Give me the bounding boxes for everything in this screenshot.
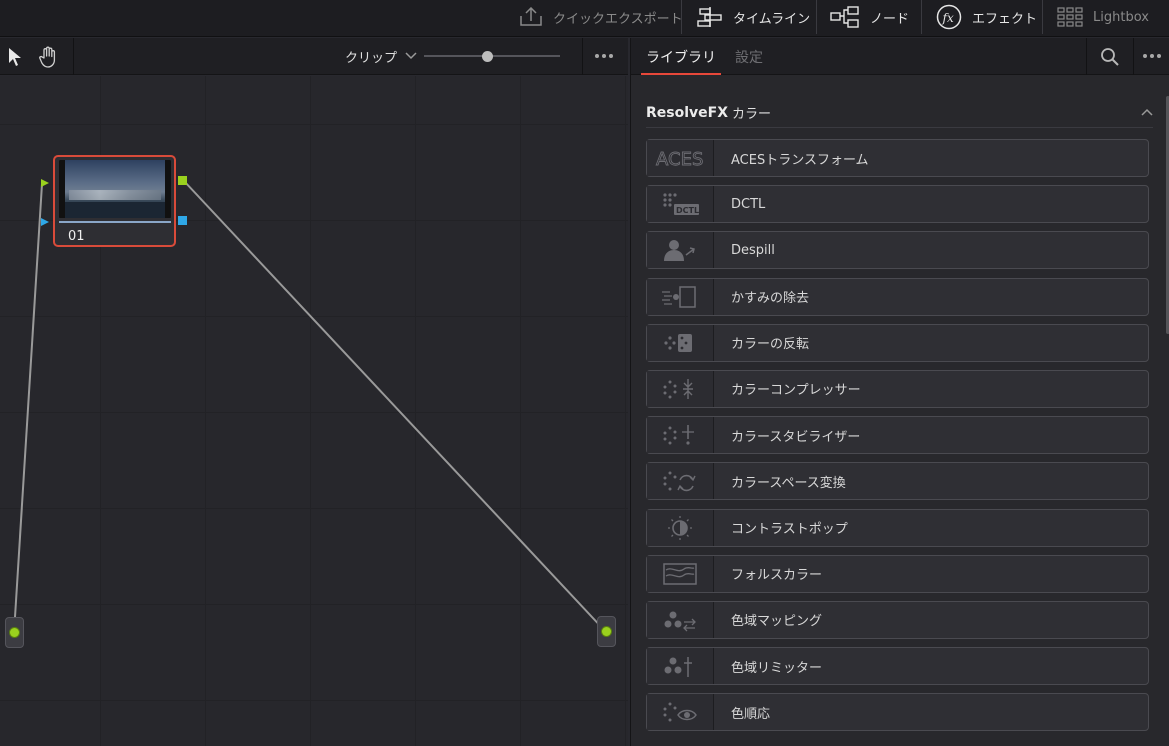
svg-text:ACES: ACES (656, 149, 703, 170)
resolvefx-color-section-header[interactable]: ResolveFX カラー (646, 98, 1153, 128)
chevron-down-icon (405, 49, 417, 64)
list-item-label: カラーの反転 (731, 337, 810, 353)
divider (1133, 38, 1134, 75)
clip-mode-dropdown[interactable]: クリップ (345, 38, 417, 75)
tab-settings[interactable]: 設定 (735, 38, 763, 75)
svg-text:fx: fx (942, 11, 954, 25)
dctl-icon: DCTL (647, 186, 714, 223)
false-color-icon (647, 555, 714, 592)
list-item-label: かすみの除去 (731, 291, 810, 307)
divider (1086, 38, 1087, 75)
node-number-label: 01 (68, 229, 85, 244)
divider (582, 38, 583, 75)
corrector-node-01[interactable]: 01 (53, 155, 176, 247)
timeline-button[interactable]: タイムライン (697, 0, 810, 34)
timeline-label: タイムライン (733, 11, 811, 27)
chromatic-adaptation-icon (647, 694, 714, 731)
effects-label: エフェクト (972, 11, 1038, 27)
list-item[interactable]: 色域リミッター (646, 647, 1149, 686)
export-icon (519, 7, 543, 27)
output-connection-line (183, 180, 607, 633)
clip-mode-label: クリップ (345, 51, 398, 66)
list-item[interactable]: 色順応 (646, 693, 1149, 732)
quick-export-button[interactable]: クイックエクスポート (519, 0, 683, 34)
color-stabilizer-icon (647, 417, 714, 454)
top-toolbar: クイックエクスポート タイムライン ノード fx エフェクト Lightbox (0, 0, 1169, 37)
list-item[interactable]: カラースペース変換 (646, 462, 1149, 501)
timeline-icon (697, 6, 723, 28)
effects-button[interactable]: fx エフェクト (936, 0, 1037, 34)
lightbox-label: Lightbox (1093, 9, 1149, 25)
list-item-label: 色域マッピング (731, 614, 823, 630)
list-item-label: DCTL (731, 196, 766, 212)
zoom-slider-handle[interactable] (482, 51, 493, 62)
pointer-tool-icon[interactable] (8, 47, 22, 71)
node-rgb-output-port[interactable] (178, 176, 187, 185)
section-title: ResolveFX (646, 104, 729, 121)
divider (921, 0, 922, 34)
grid-icon (1057, 7, 1083, 27)
color-compressor-icon (647, 370, 714, 407)
more-options-icon[interactable] (595, 54, 613, 58)
lightbox-button[interactable]: Lightbox (1057, 0, 1149, 34)
list-item-label: フォルスカラー (731, 568, 823, 584)
list-item-label: Despill (731, 242, 775, 258)
more-options-icon[interactable] (1143, 54, 1161, 58)
section-title-category: カラー (732, 107, 772, 122)
list-item[interactable]: フォルスカラー (646, 554, 1149, 593)
divider (1042, 0, 1043, 34)
list-item[interactable]: かすみの除去 (646, 277, 1149, 316)
node-icon (830, 6, 860, 28)
gamut-limiter-icon (647, 648, 714, 685)
output-node[interactable] (597, 616, 616, 647)
node-thumbnail (59, 160, 171, 218)
list-item[interactable]: カラーコンプレッサー (646, 369, 1149, 408)
aces-icon: ACES (647, 140, 714, 176)
list-item[interactable]: Despill (646, 231, 1149, 270)
list-item-label: カラースタビライザー (731, 429, 861, 445)
input-connection-line (13, 183, 43, 634)
fx-icon: fx (936, 4, 962, 30)
chevron-up-icon[interactable] (1141, 105, 1153, 120)
list-item[interactable]: DCTL DCTL (646, 185, 1149, 224)
list-item-label: カラースペース変換 (731, 475, 846, 491)
node-rgb-input-port[interactable] (40, 177, 50, 192)
list-item[interactable]: カラーの反転 (646, 323, 1149, 362)
color-space-transform-icon (647, 463, 714, 500)
list-item-label: コントラストポップ (731, 522, 848, 537)
gamut-mapping-icon (647, 601, 714, 638)
node-key-input-port[interactable] (40, 216, 50, 231)
list-item[interactable]: ACES ACESトランスフォーム (646, 139, 1149, 177)
list-item-label: 色順応 (731, 706, 771, 722)
node-progress-bar (59, 221, 171, 223)
list-item-label: カラーコンプレッサー (731, 383, 861, 399)
divider (73, 38, 74, 75)
despill-icon (647, 232, 714, 269)
hand-tool-icon[interactable] (38, 46, 60, 72)
effects-library-panel: ライブラリ 設定 ResolveFX カラー ACES ACESトランスフォーム… (630, 38, 1169, 746)
contrast-pop-icon (647, 509, 714, 546)
node-button[interactable]: ノード (830, 0, 909, 34)
tab-library[interactable]: ライブラリ (641, 38, 721, 75)
list-item[interactable]: コントラストポップ (646, 508, 1149, 547)
dehaze-icon (647, 278, 714, 315)
list-item-label: 色域リミッター (731, 660, 823, 676)
divider (681, 0, 682, 34)
svg-text:DCTL: DCTL (676, 206, 699, 215)
source-input-node[interactable] (5, 617, 24, 648)
panel-tab-bar: ライブラリ 設定 (631, 38, 1169, 75)
quick-export-label: クイックエクスポート (553, 11, 683, 27)
node-key-output-port[interactable] (178, 216, 187, 225)
list-item[interactable]: カラースタビライザー (646, 416, 1149, 455)
invert-color-icon (647, 324, 714, 361)
list-item-label: ACESトランスフォーム (731, 152, 869, 168)
list-item[interactable]: 色域マッピング (646, 600, 1149, 639)
search-icon[interactable] (1100, 47, 1120, 71)
effects-list: ACES ACESトランスフォーム DCTL DCTL Despill かすみの… (646, 139, 1149, 739)
node-label: ノード (870, 11, 910, 27)
divider (816, 0, 817, 34)
